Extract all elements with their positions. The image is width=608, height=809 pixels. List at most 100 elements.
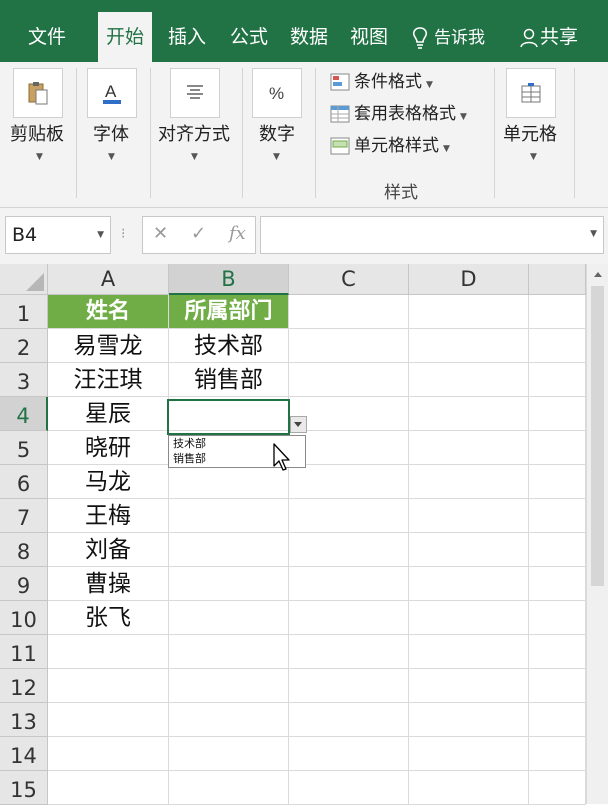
grid-cell[interactable] [409, 499, 529, 533]
cell-a8[interactable]: 刘备 [48, 533, 169, 567]
tab-insert[interactable]: 插入 [168, 22, 206, 52]
share-button[interactable]: 共享 [520, 22, 578, 52]
column-header-c[interactable]: C [289, 264, 409, 295]
column-header-a[interactable]: A [48, 264, 169, 295]
row-header[interactable]: 8 [0, 533, 48, 567]
cell-b3[interactable]: 销售部 [169, 363, 289, 397]
row-header[interactable]: 2 [0, 329, 48, 363]
format-as-table-button[interactable]: 套用表格格式 ▼ [330, 100, 467, 128]
tab-file[interactable]: 文件 [28, 22, 66, 52]
alignment-button[interactable] [170, 68, 220, 118]
row-header[interactable]: 5 [0, 431, 48, 465]
grid-cell[interactable] [409, 431, 529, 465]
dropdown-option[interactable]: 技术部 [173, 437, 206, 451]
cell-a4[interactable]: 星辰 [48, 397, 169, 431]
grid-cell[interactable] [529, 431, 586, 465]
cell-a10[interactable]: 张飞 [48, 601, 169, 635]
row-header[interactable]: 13 [0, 703, 48, 737]
row-header[interactable]: 7 [0, 499, 48, 533]
grid-cell[interactable] [48, 771, 169, 805]
grid-cell[interactable] [48, 737, 169, 771]
grid-cell[interactable] [289, 431, 409, 465]
grid-cell[interactable] [289, 397, 409, 431]
row-header[interactable]: 9 [0, 567, 48, 601]
tab-view[interactable]: 视图 [350, 22, 388, 52]
number-label[interactable]: 数字 [259, 120, 295, 146]
alignment-label[interactable]: 对齐方式 [158, 120, 230, 146]
paste-button[interactable] [13, 68, 63, 118]
grid-cell[interactable] [409, 703, 529, 737]
grid-cell[interactable] [289, 669, 409, 703]
grid-cell[interactable] [529, 703, 586, 737]
grid-cell[interactable] [409, 397, 529, 431]
grid-cell[interactable] [48, 703, 169, 737]
cell-b1[interactable]: 所属部门 [169, 295, 289, 329]
cell-b2[interactable]: 技术部 [169, 329, 289, 363]
grid-cell[interactable] [289, 703, 409, 737]
dropdown-option[interactable]: 销售部 [173, 452, 206, 466]
column-header-d[interactable]: D [409, 264, 529, 295]
row-header[interactable]: 6 [0, 465, 48, 499]
formula-bar-drag-handle[interactable]: ⁝ [121, 226, 125, 242]
cells-chevron-down-icon[interactable]: ▼ [530, 152, 537, 162]
grid-cell[interactable] [169, 635, 289, 669]
expand-formula-chevron-down-icon[interactable]: ▼ [590, 229, 597, 239]
row-header[interactable]: 1 [0, 295, 48, 329]
grid-cell[interactable] [169, 737, 289, 771]
cell-a1[interactable]: 姓名 [48, 295, 169, 329]
grid-cell[interactable] [409, 295, 529, 329]
font-button[interactable]: A [87, 68, 137, 118]
grid-cell[interactable] [529, 363, 586, 397]
font-chevron-down-icon[interactable]: ▼ [108, 152, 115, 162]
name-box[interactable]: B4 ▼ [5, 216, 111, 254]
row-header-selected[interactable]: 4 [0, 397, 48, 431]
column-header-b[interactable]: B [169, 264, 289, 295]
column-header-e[interactable] [529, 264, 586, 295]
row-header[interactable]: 3 [0, 363, 48, 397]
insert-function-icon[interactable]: fx [229, 223, 246, 244]
grid-cell[interactable] [529, 669, 586, 703]
cancel-icon[interactable]: ✕ [153, 223, 168, 244]
grid-cell[interactable] [409, 771, 529, 805]
grid-cell[interactable] [409, 329, 529, 363]
grid-cell[interactable] [409, 567, 529, 601]
grid-cell[interactable] [289, 635, 409, 669]
grid-cell[interactable] [529, 771, 586, 805]
grid-cell[interactable] [289, 601, 409, 635]
grid-cell[interactable] [48, 635, 169, 669]
grid-cell[interactable] [169, 601, 289, 635]
clipboard-chevron-down-icon[interactable]: ▼ [36, 152, 43, 162]
select-all-button[interactable] [0, 264, 48, 295]
grid-cell[interactable] [409, 533, 529, 567]
grid-cell[interactable] [289, 465, 409, 499]
grid-cell[interactable] [529, 465, 586, 499]
tab-data[interactable]: 数据 [290, 22, 328, 52]
grid-cell[interactable] [169, 669, 289, 703]
grid-cell[interactable] [289, 737, 409, 771]
scrollbar-thumb[interactable] [591, 286, 604, 586]
row-header[interactable]: 12 [0, 669, 48, 703]
conditional-formatting-button[interactable]: 条件格式 ▼ [330, 68, 433, 96]
grid-cell[interactable] [409, 601, 529, 635]
grid-cell[interactable] [169, 567, 289, 601]
font-label[interactable]: 字体 [93, 120, 129, 146]
cell-styles-button[interactable]: 单元格样式 ▼ [330, 132, 450, 160]
dropdown-button[interactable] [290, 416, 307, 433]
grid-cell[interactable] [529, 499, 586, 533]
grid-cell[interactable] [289, 499, 409, 533]
row-header[interactable]: 11 [0, 635, 48, 669]
cells-label[interactable]: 单元格 [503, 120, 557, 146]
vertical-scrollbar[interactable] [586, 264, 608, 804]
cell-a6[interactable]: 马龙 [48, 465, 169, 499]
grid-cell[interactable] [169, 499, 289, 533]
grid-cell[interactable] [529, 601, 586, 635]
cell-a2[interactable]: 易雪龙 [48, 329, 169, 363]
row-header[interactable]: 14 [0, 737, 48, 771]
grid-cell[interactable] [289, 567, 409, 601]
grid-cell[interactable] [529, 397, 586, 431]
formula-input[interactable]: ▼ [260, 216, 604, 254]
grid-cell[interactable] [409, 669, 529, 703]
grid-cell[interactable] [529, 635, 586, 669]
cell-a5[interactable]: 晓研 [48, 431, 169, 465]
grid-cell[interactable] [409, 635, 529, 669]
